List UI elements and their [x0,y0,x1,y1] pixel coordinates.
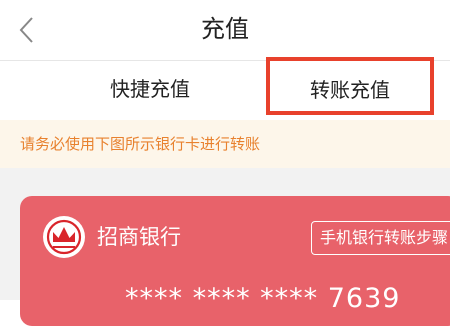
tab-transfer-recharge[interactable]: 转账充值 [266,57,434,115]
back-button[interactable] [14,14,44,46]
cmb-bank-logo-icon [42,215,86,259]
notice-banner: 请务必使用下图所示银行卡进行转账 [0,120,450,168]
tab-quick-recharge-label: 快捷充值 [110,77,190,101]
page-title: 充值 [201,15,249,43]
card-number: **** **** **** 7639 [125,283,401,314]
tab-quick-recharge[interactable]: 快捷充值 [0,61,300,120]
chevron-left-icon [19,17,33,43]
bank-name: 招商银行 [97,225,181,249]
tab-bar: 快捷充值 转账充值 [0,57,450,120]
top-nav-bar: 充值 [0,0,450,60]
mobile-banking-steps-button[interactable]: 手机银行转账步骤 [311,221,450,255]
